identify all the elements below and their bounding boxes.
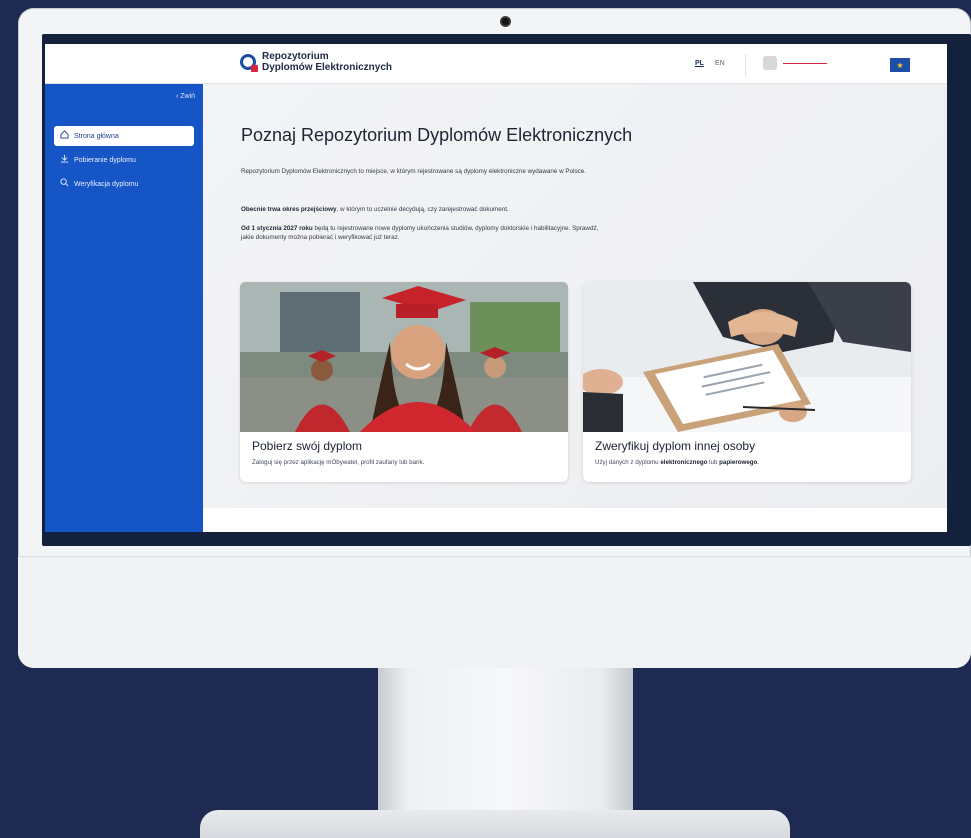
download-icon [60,154,69,166]
footer [203,508,947,532]
header: Repozytorium Dyplomów Elektronicznych PL… [45,44,947,84]
card-title: Zweryfikuj dyplom innej osoby [595,439,756,453]
home-icon [60,130,69,142]
monitor-stand [378,668,633,813]
sidebar: ‹ Zwiń Strona główna Pobieranie dyplomu … [45,84,203,532]
download-card[interactable]: Pobierz swój dyplom Zaloguj się przez ap… [240,282,568,482]
intro-text: Repozytorium Dyplomów Elektronicznych to… [241,168,587,175]
screen: Repozytorium Dyplomów Elektronicznych PL… [45,44,947,532]
sidebar-item-verify[interactable]: Weryfikacja dyplomu [54,174,194,194]
lang-en-link[interactable]: EN [715,60,725,67]
logo-text: Repozytorium Dyplomów Elektronicznych [262,51,393,73]
collapse-button[interactable]: ‹ Zwiń [176,93,195,100]
sidebar-item-home[interactable]: Strona główna [54,126,194,146]
card-description: Zaloguj się przez aplikację mObywatel, p… [252,459,425,466]
document-review-image [583,282,911,432]
graduates-image [240,282,568,432]
lang-pl-link[interactable]: PL [695,60,704,67]
main-content: Poznaj Repozytorium Dyplomów Elektronicz… [203,84,947,532]
eu-flag-icon: ★ [890,58,910,72]
sidebar-item-label: Weryfikacja dyplomu [74,180,139,188]
transition-text: Obecnie trwa okres przejściowy, w którym… [241,206,509,213]
future-text: Od 1 stycznia 2027 roku będą tu rejestro… [241,225,599,241]
eagle-icon [763,56,777,70]
verify-card[interactable]: Zweryfikuj dyplom innej osoby Użyj danyc… [583,282,911,482]
monitor-base [200,810,790,838]
search-icon [60,178,69,190]
sidebar-item-download[interactable]: Pobieranie dyplomu [54,150,194,170]
divider [745,54,746,76]
monitor-chin [18,556,971,668]
page-title: Poznaj Repozytorium Dyplomów Elektronicz… [241,125,633,145]
card-title: Pobierz swój dyplom [252,439,363,453]
sidebar-item-label: Strona główna [74,132,119,140]
camera [500,16,511,27]
card-description: Użyj danych z dyplomu elektronicznego lu… [595,459,760,466]
logo-icon [240,54,258,72]
sidebar-item-label: Pobieranie dyplomu [74,156,136,164]
ministry-logo [763,56,827,70]
logo[interactable]: Repozytorium Dyplomów Elektronicznych [240,51,392,73]
